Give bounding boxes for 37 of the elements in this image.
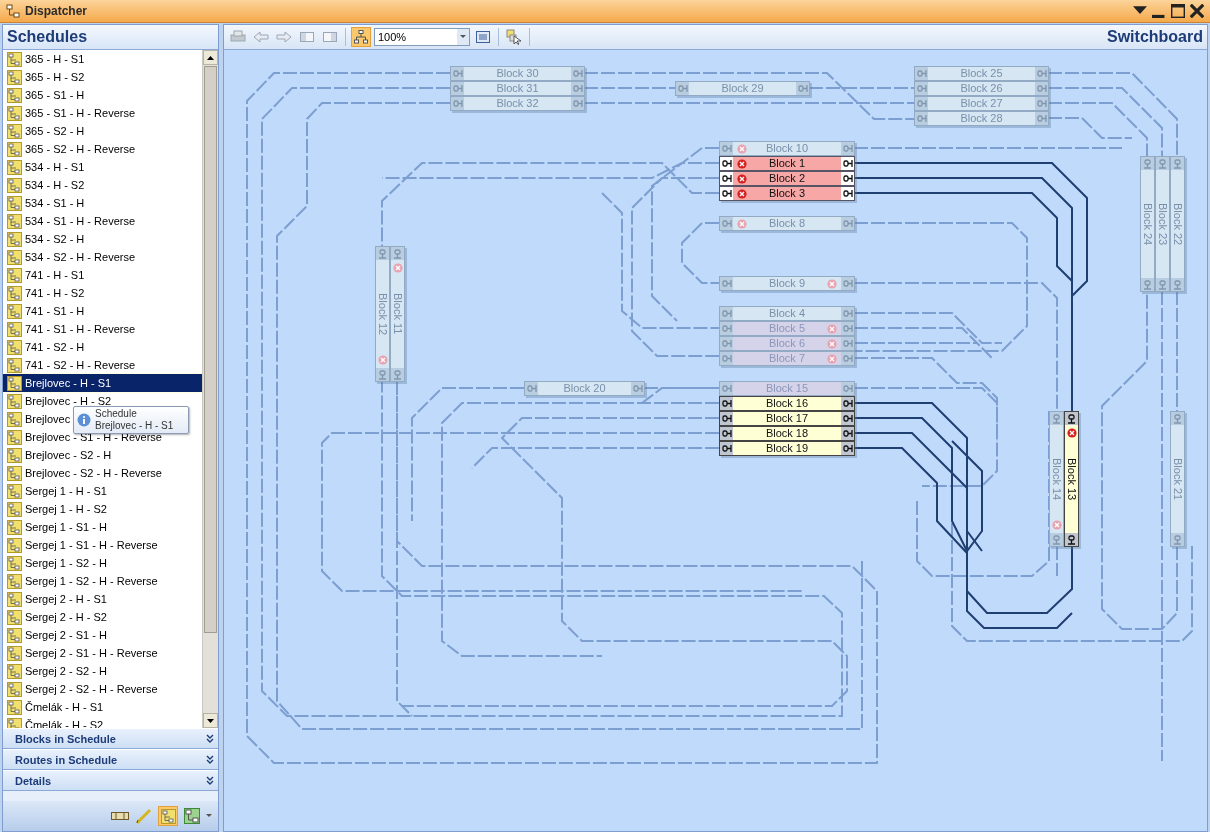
view-title: Switchboard (1107, 28, 1203, 46)
block-label: Block 28 (960, 112, 1003, 125)
block-label: Block 3 (768, 187, 806, 200)
block-label: Block 13 (1065, 457, 1078, 501)
block-label: Block 32 (496, 97, 539, 110)
block-label: Block 24 (1141, 202, 1154, 246)
panel-title: Schedules (7, 28, 88, 46)
tooltip-title: Schedule (95, 408, 138, 420)
block-label: Block 29 (721, 82, 764, 95)
block-label: Block 12 (376, 292, 389, 336)
block-label: Block 2 (768, 172, 806, 185)
block-label: Block 6 (768, 337, 806, 350)
block-label: Block 27 (960, 97, 1003, 110)
window-title: Dispatcher (25, 4, 89, 18)
block-label: Block 14 (1050, 457, 1063, 501)
block-label: Block 5 (768, 322, 806, 335)
block-label: Block 26 (960, 82, 1003, 95)
block-label: Block 9 (768, 277, 806, 290)
block-label: Block 7 (768, 352, 806, 365)
block-label: Block 30 (496, 67, 539, 80)
block-label: Block 18 (765, 427, 809, 440)
block-label: Block 23 (1156, 202, 1169, 246)
block-label: Block 21 (1171, 457, 1184, 501)
tooltip-text: Brejlovec - H - S1 (95, 420, 174, 432)
block-label: Block 1 (768, 157, 806, 170)
block-label: Block 4 (768, 307, 806, 320)
block-label: Block 31 (496, 82, 539, 95)
block-label: Block 20 (563, 382, 606, 395)
block-label: Block 25 (960, 67, 1003, 80)
block-label: Block 22 (1171, 202, 1184, 246)
block-label: Block 19 (765, 442, 809, 455)
block-label: Block 15 (765, 382, 809, 395)
block-label: Block 8 (768, 217, 806, 230)
block-label: Block 16 (765, 397, 809, 410)
block-label: Block 11 (391, 293, 404, 335)
block-label: Block 10 (765, 142, 809, 155)
block-label: Block 17 (765, 412, 809, 425)
